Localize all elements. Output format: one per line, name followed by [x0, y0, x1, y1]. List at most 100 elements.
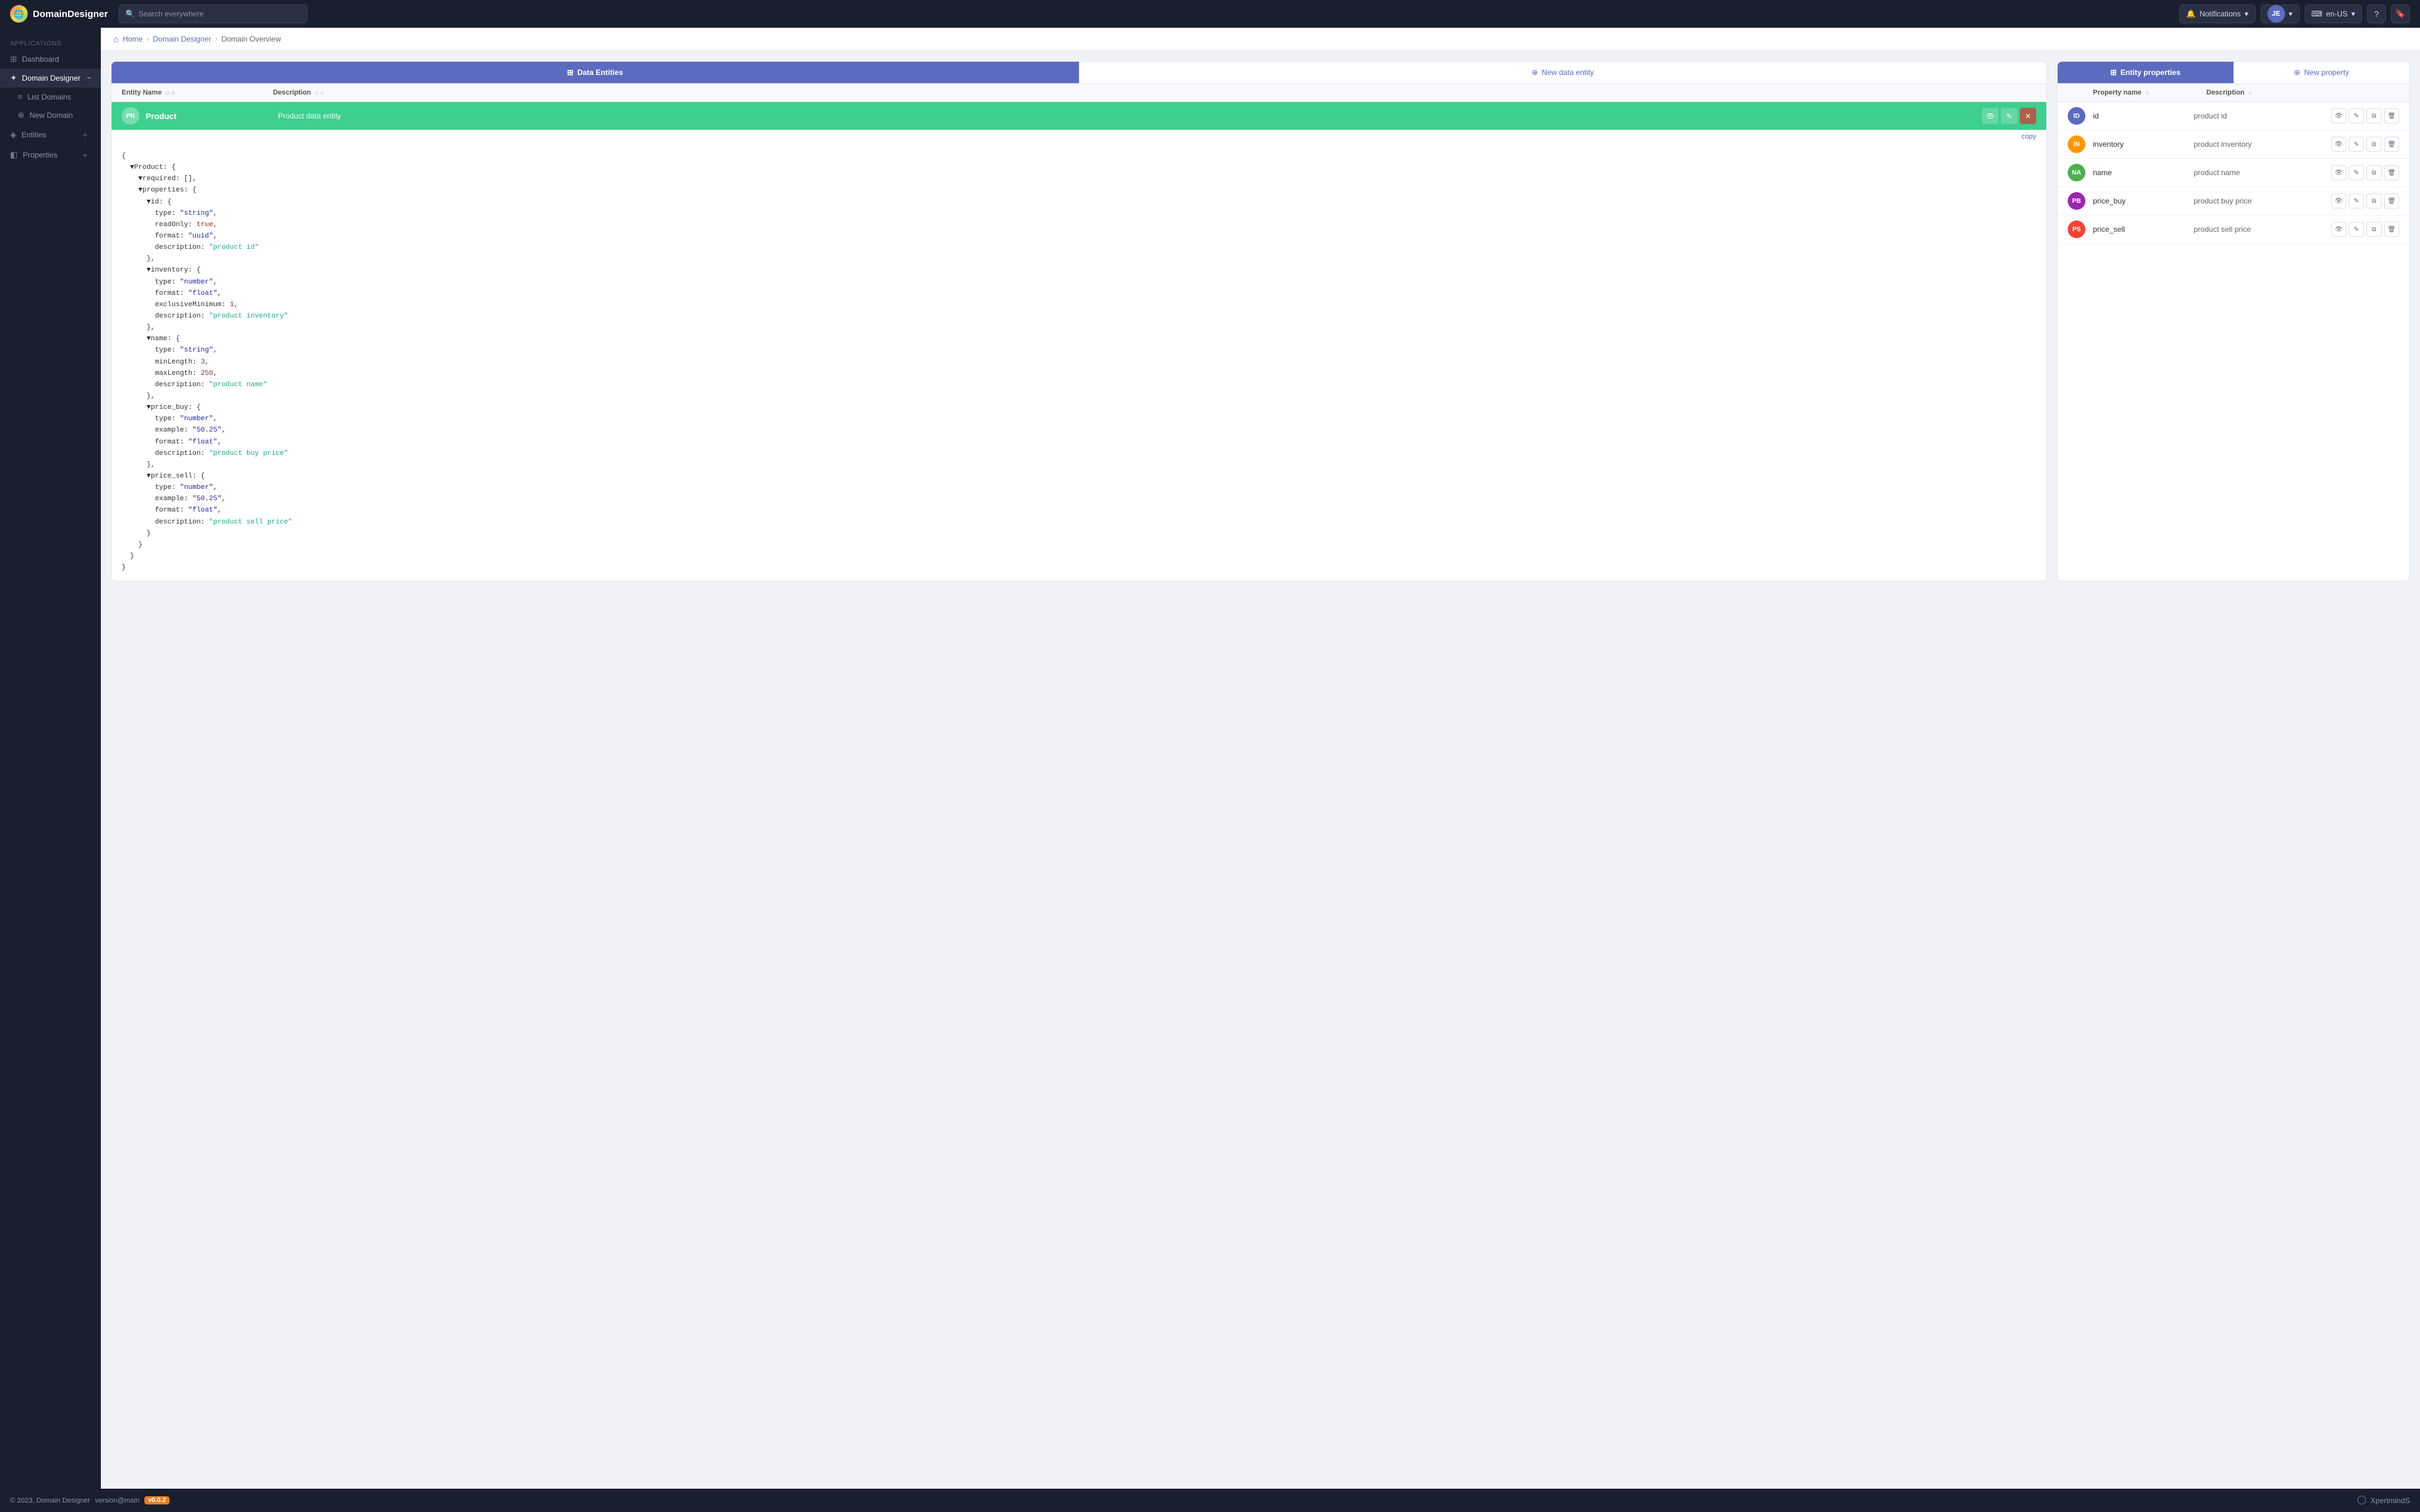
copyright-text: © 2023, Domain Designer — [10, 1497, 90, 1504]
sidebar-item-label: Domain Designer — [22, 74, 81, 83]
property-row[interactable]: PS price_sell product sell price 👁 ✎ ⧉ 🗑 — [2058, 215, 2409, 244]
prop-copy-button[interactable]: ⧉ — [2366, 108, 2382, 123]
tab-data-entities[interactable]: ⊞ Data Entities — [112, 62, 1079, 83]
prop-view-button[interactable]: 👁 — [2331, 137, 2346, 152]
prop-delete-button[interactable]: 🗑 — [2384, 222, 2399, 237]
prop-view-button[interactable]: 👁 — [2331, 222, 2346, 237]
property-row[interactable]: NA name product name 👁 ✎ ⧉ 🗑 — [2058, 159, 2409, 187]
entity-icon: ◈ — [10, 130, 16, 140]
main-content: ⌂ Home › Domain Designer › Domain Overvi… — [101, 28, 2420, 1512]
code-copy-link[interactable]: copy — [112, 130, 2046, 143]
sidebar: APPLICATIONS ⊞ Dashboard ✦ Domain Design… — [0, 28, 101, 1512]
sidebar-item-list-domains[interactable]: ≡ List Domains — [0, 88, 101, 106]
tab-new-property[interactable]: ⊕ New property — [2233, 62, 2410, 83]
prop-description-cell: product name — [2194, 168, 2331, 177]
sidebar-item-label: New Domain — [30, 111, 73, 120]
search-bar[interactable]: 🔍 Search everywhere — [118, 4, 308, 23]
prop-edit-button[interactable]: ✎ — [2349, 165, 2364, 180]
prop-edit-button[interactable]: ✎ — [2349, 222, 2364, 237]
breadcrumb: ⌂ Home › Domain Designer › Domain Overvi… — [101, 28, 2420, 51]
logo-icon: 🌐 — [10, 5, 28, 23]
entity-actions: 👁 ✎ ✕ — [1982, 108, 2036, 124]
property-rows-container: ID id product id 👁 ✎ ⧉ 🗑 IN inventory pr… — [2058, 102, 2409, 244]
prop-description-cell: product id — [2194, 112, 2331, 120]
grid-tab-icon: ⊞ — [567, 68, 573, 77]
grid-tab-icon-right: ⊞ — [2111, 68, 2117, 77]
prop-actions: 👁 ✎ ⧉ 🗑 — [2331, 137, 2399, 152]
prop-view-button[interactable]: 👁 — [2331, 108, 2346, 123]
prop-actions: 👁 ✎ ⧉ 🗑 — [2331, 165, 2399, 180]
add-property-button[interactable]: + — [79, 149, 91, 161]
version-badge: v0.0.2 — [144, 1496, 170, 1504]
prop-avatar: ID — [2068, 107, 2085, 125]
footer: © 2023, Domain Designer version@main v0.… — [0, 1489, 2420, 1512]
prop-copy-button[interactable]: ⧉ — [2366, 193, 2382, 209]
collapse-icon: − — [87, 75, 91, 82]
help-button[interactable]: ? — [2367, 4, 2386, 23]
sidebar-item-new-domain[interactable]: ⊕ New Domain — [0, 106, 101, 125]
notifications-label: Notifications — [2199, 9, 2240, 18]
prop-copy-button[interactable]: ⧉ — [2366, 222, 2382, 237]
entity-view-button[interactable]: 👁 — [1982, 108, 1998, 124]
prop-delete-button[interactable]: 🗑 — [2384, 165, 2399, 180]
add-entity-button[interactable]: + — [79, 129, 91, 140]
prop-edit-button[interactable]: ✎ — [2349, 108, 2364, 123]
prop-name-cell: inventory — [2093, 140, 2194, 149]
prop-edit-button[interactable]: ✎ — [2349, 193, 2364, 209]
xpert-icon: ⬡ — [2357, 1494, 2367, 1507]
entity-edit-button[interactable]: ✎ — [2001, 108, 2017, 124]
prop-avatar: IN — [2068, 135, 2085, 153]
prop-name-cell: name — [2093, 168, 2194, 177]
sidebar-item-domain-designer[interactable]: ✦ Domain Designer − — [0, 69, 101, 88]
breadcrumb-sep-2: › — [215, 35, 217, 43]
entity-table-header: Entity Name ⌂ ⌂ Description ⌂ ⌂ — [112, 84, 2046, 102]
prop-edit-button[interactable]: ✎ — [2349, 137, 2364, 152]
prop-view-button[interactable]: 👁 — [2331, 193, 2346, 209]
entity-name-header: Entity Name ⌂ ⌂ — [122, 89, 273, 96]
prop-actions: 👁 ✎ ⧉ 🗑 — [2331, 222, 2399, 237]
prop-description-cell: product buy price — [2194, 197, 2331, 205]
prop-avatar: NA — [2068, 164, 2085, 181]
bookmark-button[interactable]: 🔖 — [2391, 4, 2410, 23]
chevron-down-icon: ▾ — [2351, 9, 2355, 18]
sidebar-item-dashboard[interactable]: ⊞ Dashboard — [0, 50, 101, 69]
prop-name-cell: price_buy — [2093, 197, 2194, 205]
tab-new-data-entity[interactable]: ⊕ New data entity — [1079, 62, 2047, 83]
prop-copy-button[interactable]: ⧉ — [2366, 165, 2382, 180]
prop-view-button[interactable]: 👁 — [2331, 165, 2346, 180]
property-row[interactable]: ID id product id 👁 ✎ ⧉ 🗑 — [2058, 102, 2409, 130]
avatar: JE — [2267, 5, 2285, 23]
user-avatar-button[interactable]: JE ▾ — [2261, 4, 2300, 23]
chevron-down-icon: ▾ — [2245, 9, 2249, 18]
tab-entity-properties[interactable]: ⊞ Entity properties — [2058, 62, 2233, 83]
plus-tab-icon: ⊕ — [1531, 68, 1538, 77]
property-row[interactable]: IN inventory product inventory 👁 ✎ ⧉ 🗑 — [2058, 130, 2409, 159]
notifications-button[interactable]: 🔔 Notifications ▾ — [2179, 4, 2255, 23]
sidebar-item-label: Dashboard — [22, 55, 59, 64]
breadcrumb-home[interactable]: Home — [122, 35, 142, 43]
search-placeholder: Search everywhere — [139, 9, 204, 18]
breadcrumb-domain-designer[interactable]: Domain Designer — [153, 35, 211, 43]
sort-icon: ⌂ ⌂ — [166, 89, 175, 96]
right-panel: ⊞ Entity properties ⊕ New property Prope… — [2057, 61, 2410, 581]
entity-avatar: PR — [122, 107, 139, 125]
entity-row[interactable]: PR Product Product data entity 👁 ✎ ✕ — [112, 102, 2046, 130]
xpert-logo: ⬡ XpertmindS — [2357, 1494, 2410, 1507]
sidebar-item-properties[interactable]: ◧ Properties + — [0, 145, 101, 165]
prop-copy-button[interactable]: ⧉ — [2366, 137, 2382, 152]
property-row[interactable]: PB price_buy product buy price 👁 ✎ ⧉ 🗑 — [2058, 187, 2409, 215]
left-panel-tabs: ⊞ Data Entities ⊕ New data entity — [112, 62, 2046, 84]
layout: APPLICATIONS ⊞ Dashboard ✦ Domain Design… — [0, 28, 2420, 1512]
prop-delete-button[interactable]: 🗑 — [2384, 108, 2399, 123]
prop-delete-button[interactable]: 🗑 — [2384, 193, 2399, 209]
property-description-header: Description ⌂ — [2206, 89, 2336, 96]
sidebar-item-entities[interactable]: ◈ Entities + — [0, 125, 101, 145]
prop-delete-button[interactable]: 🗑 — [2384, 137, 2399, 152]
sidebar-spacer — [0, 165, 101, 1486]
entity-delete-button[interactable]: ✕ — [2020, 108, 2036, 124]
prop-actions: 👁 ✎ ⧉ 🗑 — [2331, 193, 2399, 209]
left-panel: ⊞ Data Entities ⊕ New data entity Entity… — [111, 61, 2047, 581]
home-breadcrumb-icon: ⌂ — [113, 34, 118, 44]
language-button[interactable]: ⌨ en-US ▾ — [2305, 4, 2362, 23]
property-table-header: Property name ⌂ Description ⌂ — [2058, 84, 2409, 102]
